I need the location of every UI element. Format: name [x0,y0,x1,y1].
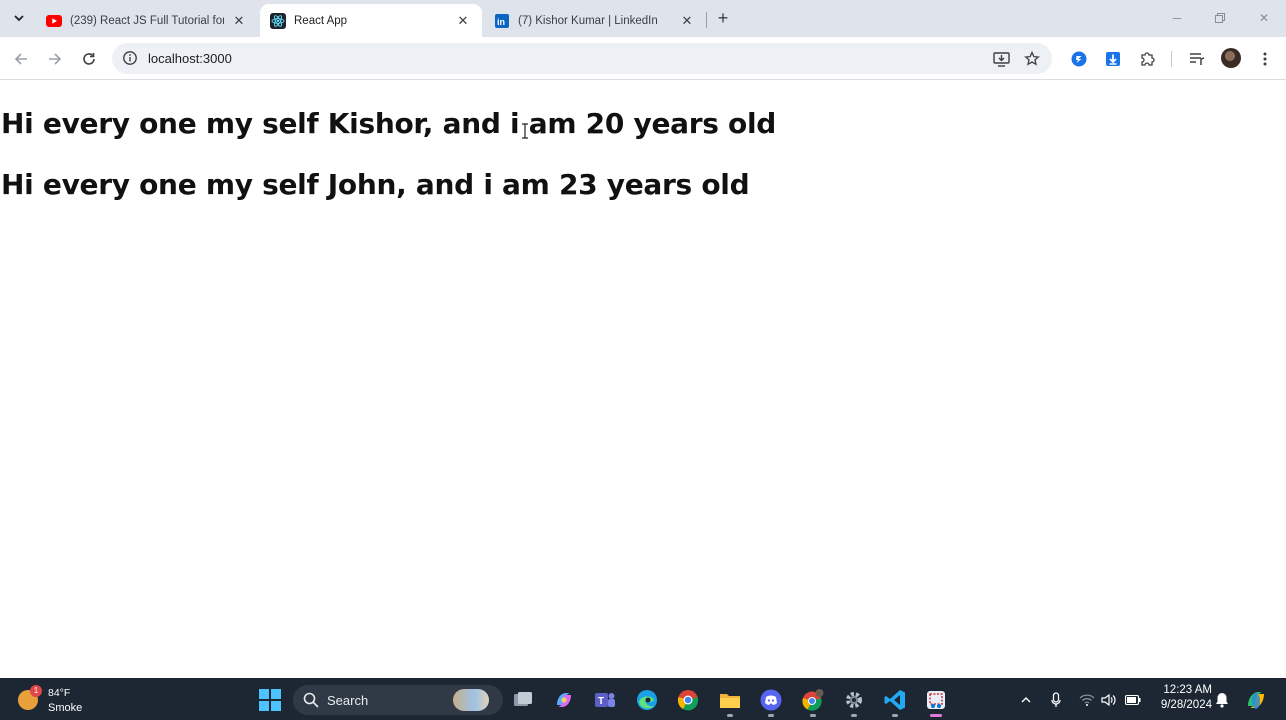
running-indicator [810,714,816,717]
text-cursor-icon [522,123,528,139]
weather-temperature: 84°F [48,687,71,699]
tab-linkedin[interactable]: in (7) Kishor Kumar | LinkedIn ✕ [484,4,706,37]
new-tab-button[interactable]: + [712,8,734,28]
windows-logo-pane [259,701,269,711]
tab-search-button[interactable] [7,7,31,29]
bookmark-star-icon[interactable] [1023,50,1041,68]
profile-avatar[interactable] [1221,48,1241,68]
site-info-icon[interactable] [122,50,138,66]
restore-button[interactable] [1205,6,1235,30]
youtube-icon [46,13,62,29]
battery-icon[interactable] [1124,690,1142,710]
restore-icon [1215,13,1225,23]
copilot-tray-icon[interactable] [1243,690,1269,710]
arrow-right-icon [49,53,62,65]
chevron-up-icon [1021,697,1031,703]
forward-button[interactable] [42,46,68,72]
tab-title: (7) Kishor Kumar | LinkedIn [518,14,658,27]
search-highlight-image [453,689,489,711]
tab-youtube[interactable]: (239) React JS Full Tutorial for B ✕ [36,4,258,37]
tab-strip: (239) React JS Full Tutorial for B ✕ Rea… [0,0,1286,37]
close-tab-icon[interactable]: ✕ [454,12,472,30]
tab-react-app[interactable]: React App ✕ [260,4,482,37]
tab-title: React App [294,14,348,27]
kebab-menu-icon[interactable] [1255,49,1275,69]
snipping-tool-icon[interactable] [924,688,948,717]
address-bar[interactable]: localhost:3000 [112,43,1052,74]
close-tab-icon[interactable]: ✕ [230,12,248,30]
minimize-button[interactable]: ─ [1162,6,1192,30]
wifi-icon[interactable] [1078,690,1096,710]
download-icon[interactable] [1103,49,1123,69]
clock-date: 9/28/2024 [1160,699,1212,711]
task-view-icon[interactable] [511,688,535,712]
back-button[interactable] [8,46,34,72]
discord-icon[interactable] [759,688,783,717]
chrome-icon[interactable] [676,688,700,712]
toolbar-separator [1171,51,1172,67]
svg-text:T: T [598,696,604,707]
weather-widget[interactable]: 1 84°F Smoke [16,685,96,715]
running-indicator [727,714,733,717]
notification-bell-icon[interactable] [1213,690,1231,710]
close-window-button[interactable]: ✕ [1249,6,1279,30]
svg-text:in: in [497,17,505,27]
browser-toolbar: localhost:3000 [0,37,1286,80]
tab-title: (239) React JS Full Tutorial for B [70,14,224,27]
arrow-left-icon [14,53,27,65]
page-viewport: Hi every one my self Kishor, and i am 20… [0,81,1286,678]
running-indicator [892,714,898,717]
puzzle-extensions-icon[interactable] [1137,49,1157,69]
settings-gear-icon[interactable] [842,688,866,717]
teams-icon[interactable]: T [593,688,617,712]
running-indicator [768,714,774,717]
clock-time: 12:23 AM [1163,684,1212,696]
vscode-icon[interactable] [883,688,907,717]
close-tab-icon[interactable]: ✕ [678,12,696,30]
show-hidden-icons[interactable] [1018,690,1034,710]
media-queue-icon[interactable] [1187,49,1207,69]
reload-icon [83,53,95,65]
reload-button[interactable] [76,46,102,72]
windows-logo-pane [271,701,281,711]
edge-icon[interactable] [635,688,659,712]
system-clock[interactable]: 12:23 AM 9/28/2024 [1148,683,1212,713]
address-url: localhost:3000 [148,51,232,66]
greeting-heading-john: Hi every one my self John, and i am 23 y… [1,168,750,201]
volume-icon[interactable] [1100,690,1118,710]
chrome-profile-icon[interactable] [801,688,825,717]
copilot-icon[interactable] [552,688,576,712]
chevron-down-icon [14,14,24,21]
taskbar-search[interactable]: Search [293,685,503,715]
react-icon [270,12,286,29]
windows-logo-icon [259,689,269,699]
extension-icon[interactable] [1069,49,1089,69]
install-app-icon[interactable] [992,50,1010,68]
linkedin-icon: in [494,13,510,29]
microphone-icon[interactable] [1048,690,1064,710]
tab-separator [706,12,707,28]
running-indicator [851,714,857,717]
weather-condition: Smoke [48,702,83,714]
notification-badge: 1 [30,685,42,697]
search-icon [303,692,319,708]
greeting-heading-kishor: Hi every one my self Kishor, and i am 20… [1,107,777,140]
windows-logo-pane [271,689,281,699]
start-button[interactable] [259,689,281,711]
search-label: Search [327,693,369,708]
running-indicator [930,714,942,717]
file-explorer-icon[interactable] [718,688,742,717]
